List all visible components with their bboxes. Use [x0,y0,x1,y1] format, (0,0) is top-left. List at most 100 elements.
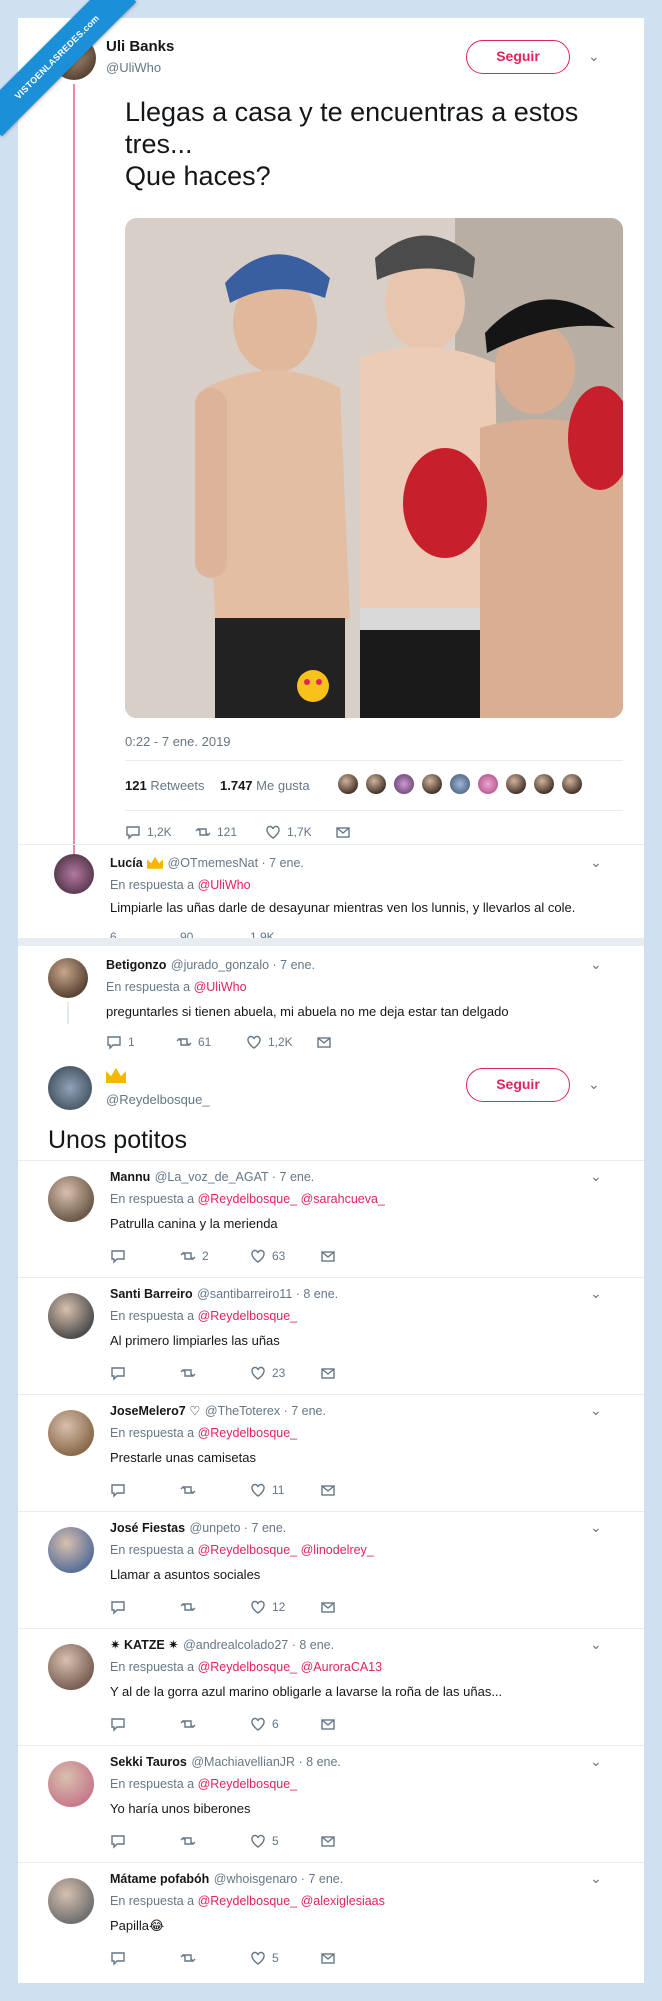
chevron-down-icon[interactable]: ⌄ [590,956,602,973]
message-button[interactable] [316,1034,386,1050]
mention-link[interactable]: @UliWho [194,980,247,994]
like-button[interactable]: 63 [250,1248,320,1264]
chevron-down-icon[interactable]: ⌄ [590,854,602,871]
message-button[interactable] [320,1950,390,1966]
chevron-down-icon[interactable]: ⌄ [590,1636,602,1653]
like-button[interactable]: 12 [250,1599,320,1615]
retweet-button[interactable] [180,1950,250,1966]
liker-avatar[interactable] [338,774,358,794]
avatar[interactable] [48,958,88,998]
follow-button[interactable]: Seguir [466,40,570,74]
retweet-button[interactable] [180,1716,250,1732]
like-button[interactable]: 1,2K [246,1034,316,1050]
like-button[interactable]: 6 [250,1716,320,1732]
retweet-button[interactable]: 121 [195,824,265,840]
chevron-down-icon[interactable]: ⌄ [590,1402,602,1419]
avatar[interactable] [48,1066,92,1110]
mention-link[interactable]: @Reydelbosque_ @alexiglesiaas [198,1894,385,1908]
message-button[interactable] [320,1365,390,1381]
reply-author-handle[interactable]: @santibarreiro11 · 8 ene. [197,1287,338,1301]
liker-avatar[interactable] [366,774,386,794]
avatar[interactable] [48,1176,94,1222]
liker-avatar[interactable] [478,774,498,794]
retweet-button[interactable]: 2 [180,1248,250,1264]
chevron-down-icon[interactable]: ⌄ [590,1168,602,1185]
avatar[interactable] [54,854,94,894]
like-button[interactable]: 5 [250,1833,320,1849]
chevron-down-icon[interactable]: ⌄ [590,1870,602,1887]
like-button[interactable]: 1,7K [265,824,335,840]
reply-button[interactable] [110,1482,180,1498]
author-name[interactable]: Uli Banks [106,38,174,55]
like-stat[interactable]: 1.747 Me gusta [220,778,310,793]
retweet-stat[interactable]: 121 Retweets [125,778,205,793]
like-button[interactable]: 11 [250,1482,320,1498]
liker-avatar[interactable] [450,774,470,794]
reply-button[interactable] [110,1248,180,1264]
reply-author-handle[interactable]: @whoisgenaro · 7 ene. [214,1872,343,1886]
reply-author-handle[interactable]: @La_voz_de_AGAT · 7 ene. [155,1170,315,1184]
retweet-button[interactable]: 90 [180,930,250,938]
reply-button[interactable] [110,1716,180,1732]
retweet-button[interactable] [180,1599,250,1615]
liker-avatar[interactable] [422,774,442,794]
retweet-button[interactable]: 61 [176,1034,246,1050]
avatar[interactable] [48,1527,94,1573]
reply-author-name[interactable]: ✷ KATZE ✷ [110,1638,179,1652]
reply-author-name[interactable]: Mannu [110,1170,150,1184]
avatar[interactable] [48,1410,94,1456]
mention-link[interactable]: @Reydelbosque_ [198,1426,298,1440]
mention-link[interactable]: @Reydelbosque_ @linodelrey_ [198,1543,374,1557]
chevron-down-icon[interactable]: ⌄ [590,1519,602,1536]
reply-author-handle[interactable]: @TheToterex · 7 ene. [205,1404,326,1418]
reply-author-name[interactable]: Sekki Tauros [110,1755,187,1769]
reply-button[interactable] [110,1599,180,1615]
avatar[interactable] [48,1761,94,1807]
reply-button[interactable] [110,1833,180,1849]
mention-link[interactable]: @Reydelbosque_ @sarahcueva_ [198,1192,385,1206]
reply-button[interactable]: 1,2K [125,824,195,840]
liker-avatars[interactable] [338,774,618,798]
avatar[interactable] [48,1644,94,1690]
chevron-down-icon[interactable]: ⌄ [588,1076,600,1093]
reply-author-name[interactable]: JoseMelero7 ♡ [110,1404,200,1418]
like-button[interactable]: 23 [250,1365,320,1381]
avatar[interactable] [48,1878,94,1924]
retweet-button[interactable] [180,1482,250,1498]
reply-button[interactable]: 6 [110,930,180,938]
message-button[interactable] [320,1833,390,1849]
reply-button[interactable] [110,1950,180,1966]
liker-avatar[interactable] [534,774,554,794]
mention-link[interactable]: @Reydelbosque_ [198,1309,298,1323]
reply-author-handle[interactable]: @jurado_gonzalo · 7 ene. [171,958,315,972]
message-button[interactable] [320,1716,390,1732]
like-button[interactable]: 1,9K [250,930,320,938]
reply-author-handle[interactable]: @unpeto · 7 ene. [190,1521,287,1535]
mention-link[interactable]: @Reydelbosque_ [198,1777,298,1791]
reply-author-name[interactable]: Lucía [110,856,143,870]
liker-avatar[interactable] [562,774,582,794]
chevron-down-icon[interactable]: ⌄ [590,1285,602,1302]
reply-author-name[interactable]: José Fiestas [110,1521,185,1535]
reply-button[interactable] [110,1365,180,1381]
reply-author-name[interactable]: Santi Barreiro [110,1287,193,1301]
retweet-button[interactable] [180,1365,250,1381]
message-button[interactable] [320,1482,390,1498]
avatar[interactable] [48,1293,94,1339]
reply-button[interactable]: 1 [106,1034,176,1050]
message-button[interactable] [320,1599,390,1615]
retweet-button[interactable] [180,1833,250,1849]
liker-avatar[interactable] [506,774,526,794]
message-button[interactable] [320,1248,390,1264]
message-button[interactable] [335,824,405,840]
mention-link[interactable]: @Reydelbosque_ @AuroraCA13 [198,1660,383,1674]
reply-author-name[interactable]: Betigonzo [106,958,166,972]
reply-author-name[interactable]: Mátame pofabóh [110,1872,209,1886]
tweet-photo[interactable] [125,218,623,718]
tweet-timestamp[interactable]: 0:22 - 7 ene. 2019 [125,734,231,749]
reply-author-handle[interactable]: @MachiavellianJR · 8 ene. [191,1755,341,1769]
reply-author-handle[interactable]: @andrealcolado27 · 8 ene. [183,1638,334,1652]
reply-author-handle[interactable]: @OTmemesNat · 7 ene. [168,856,304,870]
liker-avatar[interactable] [394,774,414,794]
like-button[interactable]: 5 [250,1950,320,1966]
